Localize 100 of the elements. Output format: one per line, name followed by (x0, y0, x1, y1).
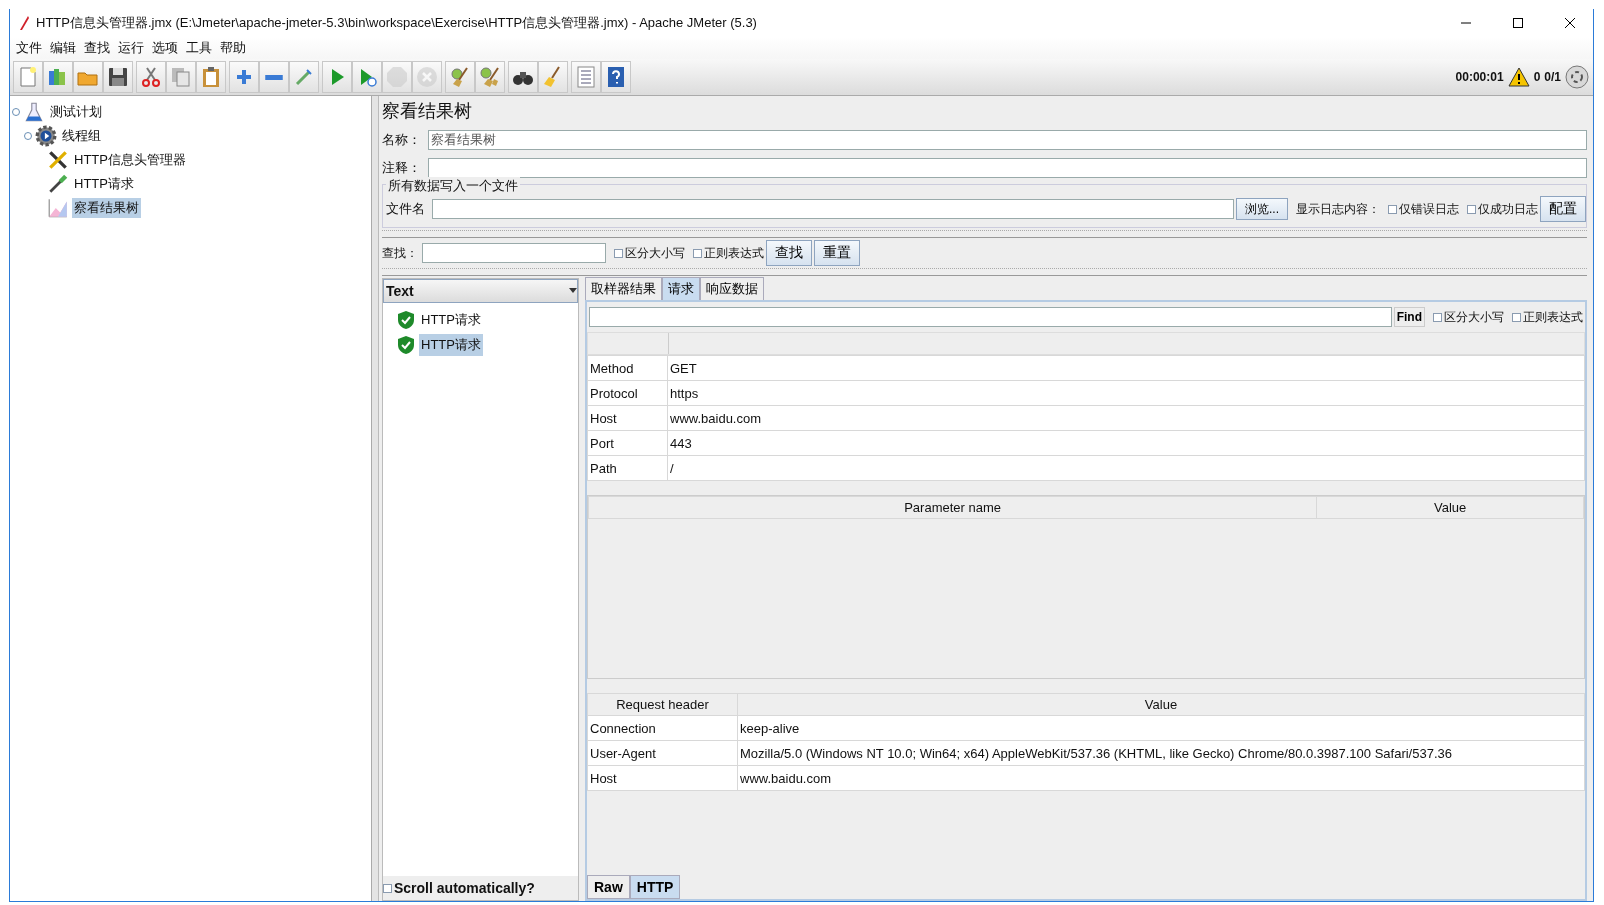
group-label: 所有数据写入一个文件 (386, 177, 520, 195)
menu-item[interactable]: 编辑 (46, 39, 80, 57)
field-label: 名称： (382, 131, 422, 149)
checkbox-label: 区分大小写 (1444, 308, 1504, 326)
tab[interactable]: 请求 (662, 277, 700, 300)
tree-item[interactable]: 线程组 (60, 126, 103, 146)
comment-field[interactable] (428, 158, 1587, 178)
checkbox-label: 仅错误日志 (1399, 200, 1459, 218)
table-cell: www.baidu.com (667, 405, 1585, 431)
minus-icon (265, 74, 283, 80)
splitter-handle[interactable] (382, 268, 1587, 276)
file-name-field[interactable] (432, 199, 1234, 219)
column-header: Value (1316, 496, 1584, 519)
tree-item[interactable]: HTTP请求 (72, 174, 136, 194)
menu-item[interactable]: 帮助 (216, 39, 250, 57)
elapsed-time: 00:00:01 (1455, 70, 1504, 84)
toolbar-button[interactable] (601, 61, 631, 93)
table-cell: Port (587, 430, 668, 456)
table-cell: Connection (587, 715, 738, 741)
result-item[interactable]: HTTP请求 (419, 333, 483, 356)
warning-icon[interactable] (1507, 67, 1530, 87)
shield-check-icon (397, 334, 415, 355)
field-label: 文件名 (386, 200, 426, 218)
table-cell: Mozilla/5.0 (Windows NT 10.0; Win64; x64) AppleWebKit/537.36 (KHTML, like Gecko) Chrome/80.0.3987.100 Safari/537.36 (737, 740, 1585, 766)
menu-item[interactable]: 文件 (12, 39, 46, 57)
toolbar-button[interactable] (103, 61, 133, 93)
tab[interactable]: Raw (587, 875, 630, 899)
broom-icon (478, 65, 502, 89)
maximize-icon (1512, 17, 1524, 29)
name-field[interactable]: 察看结果树 (428, 130, 1587, 150)
feather-icon (18, 15, 30, 31)
tree-item[interactable]: HTTP信息头管理器 (72, 150, 188, 170)
pipette-icon (47, 173, 69, 195)
checkbox-label: 仅成功日志 (1478, 200, 1538, 218)
checkbox[interactable] (693, 248, 702, 258)
toolbar-button[interactable] (508, 61, 538, 93)
tab[interactable]: 响应数据 (700, 277, 764, 300)
chart-icon (47, 197, 69, 219)
column-header: Value (737, 693, 1585, 716)
scissors-icon (139, 65, 163, 89)
checkbox[interactable] (383, 883, 392, 893)
search-button[interactable]: 查找 (766, 240, 812, 266)
column-header: Parameter name (588, 496, 1317, 519)
splitter-handle[interactable] (382, 230, 1587, 238)
tree-item[interactable]: 察看结果树 (72, 198, 141, 218)
table-cell: https (667, 380, 1585, 406)
search-field[interactable] (422, 243, 606, 263)
checkbox-label: 正则表达式 (1523, 308, 1583, 326)
tab[interactable]: 取样器结果 (585, 277, 662, 300)
menu-item[interactable]: 工具 (182, 39, 216, 57)
field-label: 注释： (382, 159, 422, 177)
column-header: Request header (587, 693, 738, 716)
search-button[interactable]: 重置 (814, 240, 860, 266)
table-cell: / (667, 455, 1585, 481)
result-item[interactable]: HTTP请求 (419, 308, 483, 331)
close-icon (1564, 17, 1576, 29)
table-cell: 443 (667, 430, 1585, 456)
stop-sign-icon (385, 65, 409, 89)
warning-count: 0 (1533, 70, 1541, 84)
browse-button[interactable]: 浏览... (1236, 198, 1288, 220)
flask-icon (23, 101, 45, 123)
window-title: HTTP信息头管理器.jmx (E:\Jmeter\apache-jmeter-5.3\bin\workspace\Exercise\HTTP信息头管理器.jmx) - Apache JMeter (5.3) (36, 14, 758, 32)
checkbox-label: 区分大小写 (625, 244, 685, 262)
checkbox[interactable] (1512, 312, 1521, 322)
renderer-dropdown[interactable]: Text (383, 279, 578, 303)
checkbox[interactable] (614, 248, 623, 258)
panel-title: 察看结果树 (382, 100, 473, 123)
configure-button[interactable]: 配置 (1540, 196, 1586, 222)
table-cell: Host (587, 405, 668, 431)
checkbox[interactable] (1433, 312, 1442, 322)
menu-item[interactable]: 查找 (80, 39, 114, 57)
checkbox-label: 正则表达式 (704, 244, 764, 262)
table-cell: Host (587, 765, 738, 791)
checkbox[interactable] (1467, 204, 1476, 214)
menu-item[interactable]: 运行 (114, 39, 148, 57)
shield-check-icon (397, 309, 415, 330)
list-icon (574, 65, 598, 89)
table-cell: Protocol (587, 380, 668, 406)
splitter-handle[interactable] (372, 96, 379, 901)
table-cell: Path (587, 455, 668, 481)
menu-item[interactable]: 选项 (148, 39, 182, 57)
find-button[interactable]: Find (1393, 307, 1425, 327)
table-cell: www.baidu.com (737, 765, 1585, 791)
tab[interactable]: HTTP (629, 875, 681, 899)
table-cell: Method (587, 355, 668, 381)
tree-item[interactable]: 测试计划 (48, 102, 104, 122)
checkbox-label: Scroll automatically? (394, 880, 535, 896)
gear-icon (35, 125, 57, 147)
copy-icon (169, 65, 193, 89)
toolbar-button[interactable] (196, 61, 226, 93)
log-label: 显示日志内容： (1296, 200, 1380, 218)
checkbox[interactable] (1388, 204, 1397, 214)
find-field[interactable] (589, 307, 1392, 327)
field-label: 查找： (382, 244, 419, 262)
thread-count: 0/1 (1544, 70, 1561, 84)
x-circle-icon (415, 65, 439, 89)
table-cell: keep-alive (737, 715, 1585, 741)
table-cell: GET (667, 355, 1585, 381)
table-cell: User-Agent (587, 740, 738, 766)
remote-icon[interactable] (1565, 65, 1589, 89)
